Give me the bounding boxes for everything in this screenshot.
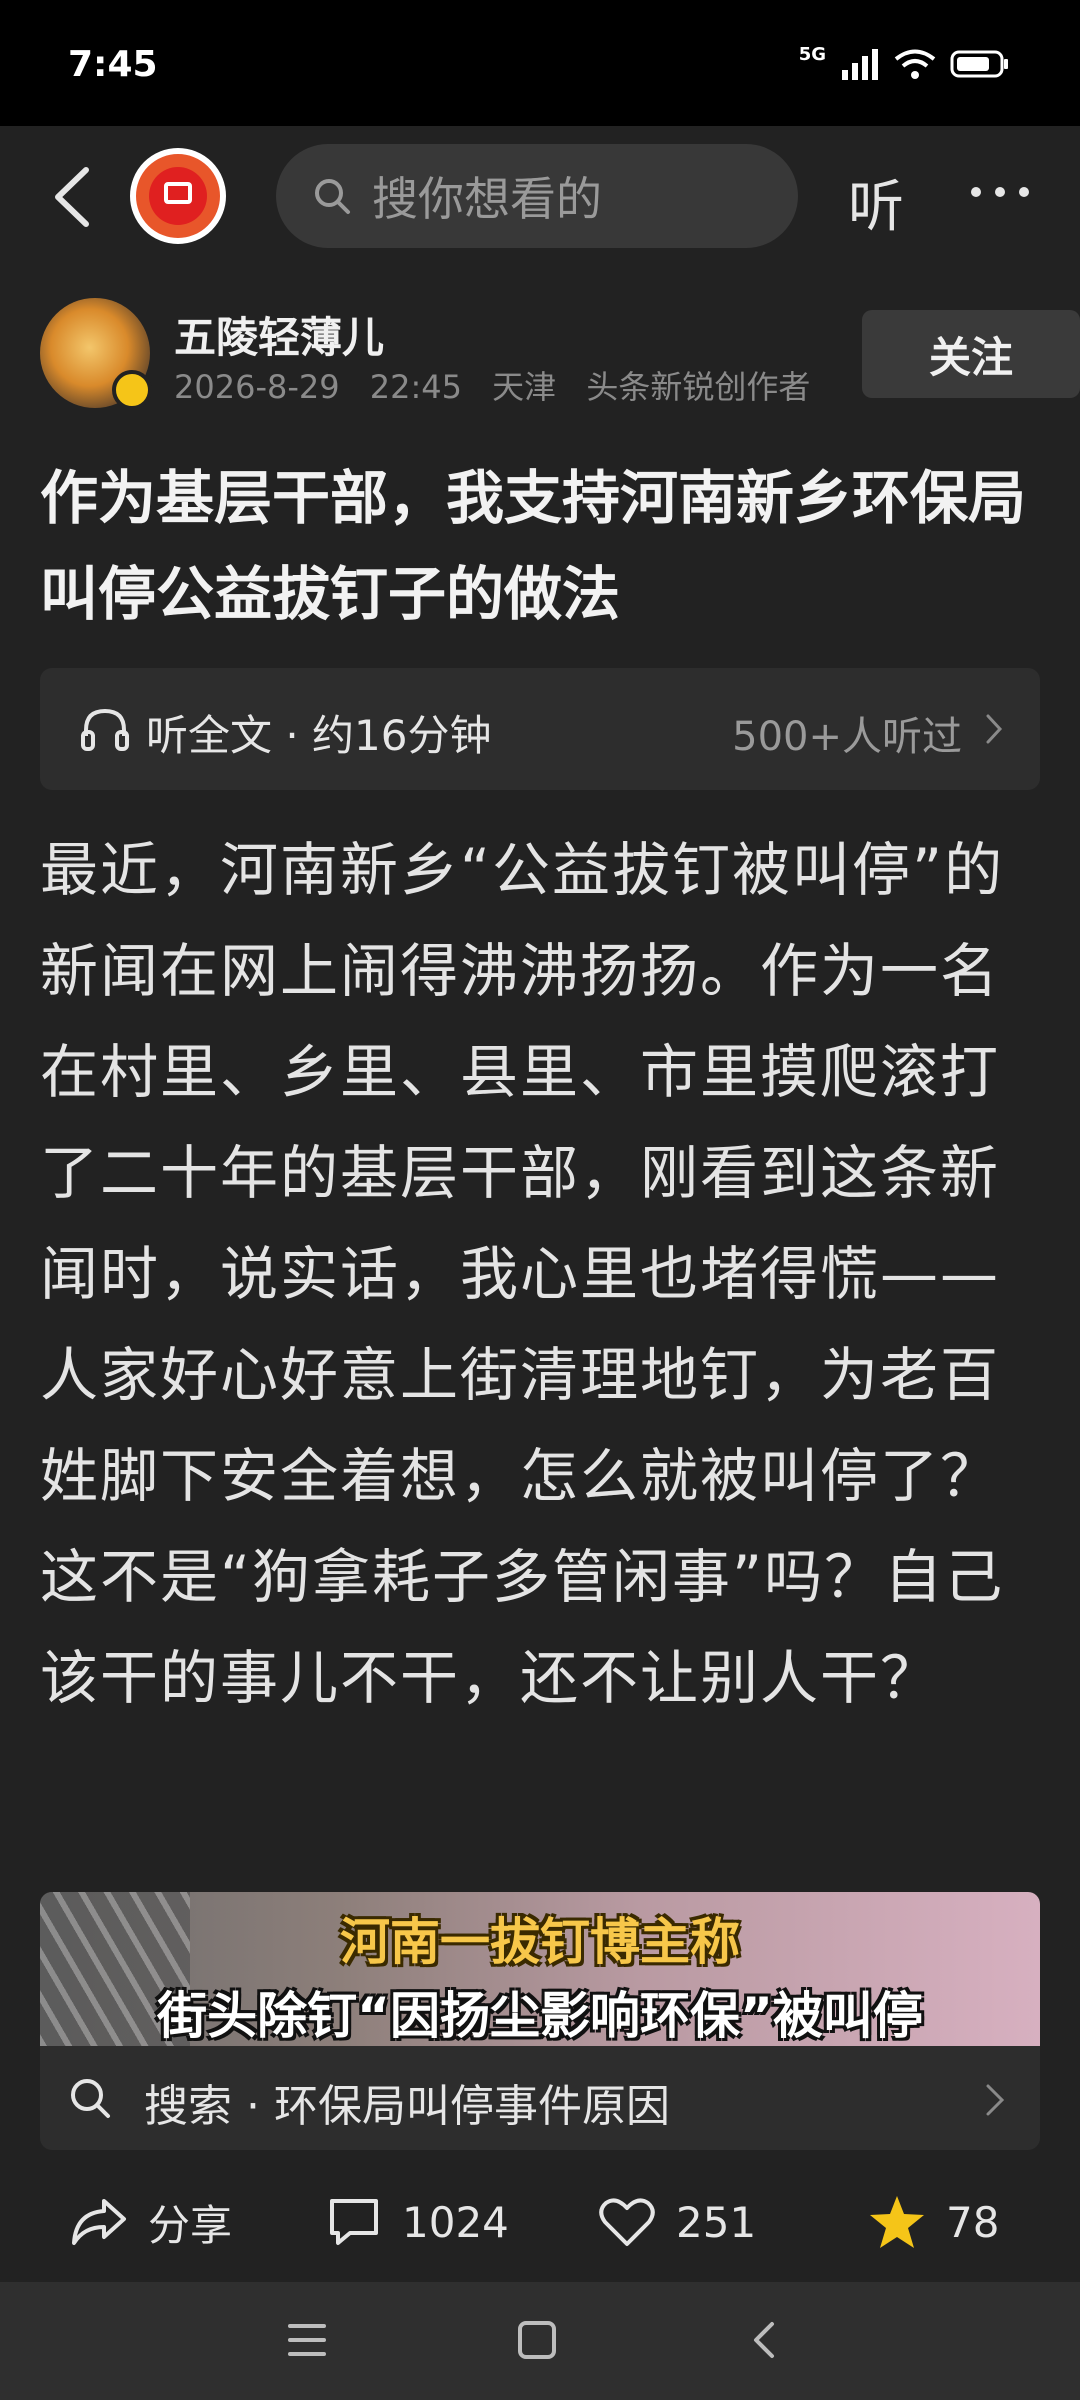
back-icon[interactable] — [40, 162, 110, 232]
related-search-label: 搜索 · 环保局叫停事件原因 — [144, 2081, 670, 2132]
article-title: 作为基层干部，我支持河南新乡环保局叫停公益拔钉子的做法 — [40, 464, 1027, 628]
search-input[interactable]: 搜你想看的 — [276, 144, 798, 248]
action-bar: 分享 1024 251 78 — [0, 2162, 1080, 2282]
creator-badge-icon — [112, 370, 152, 410]
favorite-count: 78 — [946, 2197, 1000, 2247]
share-icon — [72, 2199, 126, 2245]
menu-icon[interactable] — [286, 2320, 328, 2360]
signal-icon — [842, 49, 878, 80]
video-caption-line2: 街头除钉“因扬尘影响环保”被叫停 — [157, 1987, 923, 2045]
publish-date: 2026-8-29 — [174, 368, 340, 406]
like-button[interactable]: 251 — [598, 2186, 756, 2258]
heart-icon — [599, 2198, 655, 2246]
favorite-button[interactable]: 78 — [868, 2186, 999, 2258]
search-icon — [315, 179, 350, 214]
publish-time: 22:45 — [369, 368, 462, 406]
comment-button[interactable]: 1024 — [326, 2186, 509, 2258]
headphones-icon — [81, 708, 129, 751]
app-logo-icon[interactable] — [130, 148, 226, 244]
network-type: 5G — [798, 43, 826, 65]
author-title: 头条新锐创作者 — [586, 368, 811, 406]
home-icon[interactable] — [516, 2320, 558, 2360]
article-body: 最近，河南新乡“公益拔钉被叫停”的新闻在网上闹得沸沸扬扬。作为一名在村里、乡里、… — [40, 836, 1005, 1712]
listen-full-bar[interactable]: 听全文 · 约16分钟 500+人听过 — [40, 668, 1040, 790]
author-meta: 2026-8-29 22:45 天津 头条新锐创作者 — [174, 362, 830, 408]
follow-button[interactable]: 关注 — [862, 310, 1080, 398]
back-nav-icon[interactable] — [748, 2320, 778, 2360]
system-nav-bar — [0, 2282, 1080, 2400]
video-thumbnail[interactable]: 河南一拔钉博主称 街头除钉“因扬尘影响环保”被叫停 — [40, 1892, 1040, 2046]
search-placeholder: 搜你想看的 — [372, 172, 602, 226]
share-button[interactable]: 分享 — [70, 2186, 232, 2258]
chevron-right-icon — [986, 714, 1003, 744]
like-count: 251 — [676, 2197, 757, 2247]
video-caption-line1: 河南一拔钉博主称 — [340, 1913, 740, 1971]
comment-icon — [330, 2199, 378, 2245]
battery-icon — [950, 50, 1008, 78]
listen-count: 500+人听过 — [732, 714, 962, 760]
chevron-right-icon — [986, 2084, 1005, 2116]
related-search-bar[interactable]: 搜索 · 环保局叫停事件原因 — [40, 2046, 1040, 2150]
listen-button[interactable]: 听 — [848, 162, 904, 243]
top-bar: 搜你想看的 听 — [0, 126, 1080, 266]
search-icon — [71, 2079, 110, 2118]
author-row: 五陵轻薄儿 2026-8-29 22:45 天津 头条新锐创作者 关注 — [40, 298, 1080, 418]
wifi-icon — [894, 49, 936, 79]
author-name[interactable]: 五陵轻薄儿 — [174, 304, 384, 365]
listen-full-label: 听全文 · 约16分钟 — [146, 711, 492, 760]
status-time: 7:45 — [68, 44, 158, 85]
star-icon — [870, 2196, 924, 2248]
more-icon[interactable] — [968, 182, 1032, 202]
status-bar: 7:45 5G — [0, 0, 1080, 126]
status-icons: 5G — [799, 44, 1010, 80]
share-label: 分享 — [148, 2200, 233, 2250]
comment-count: 1024 — [402, 2197, 509, 2247]
author-location: 天津 — [492, 368, 557, 406]
